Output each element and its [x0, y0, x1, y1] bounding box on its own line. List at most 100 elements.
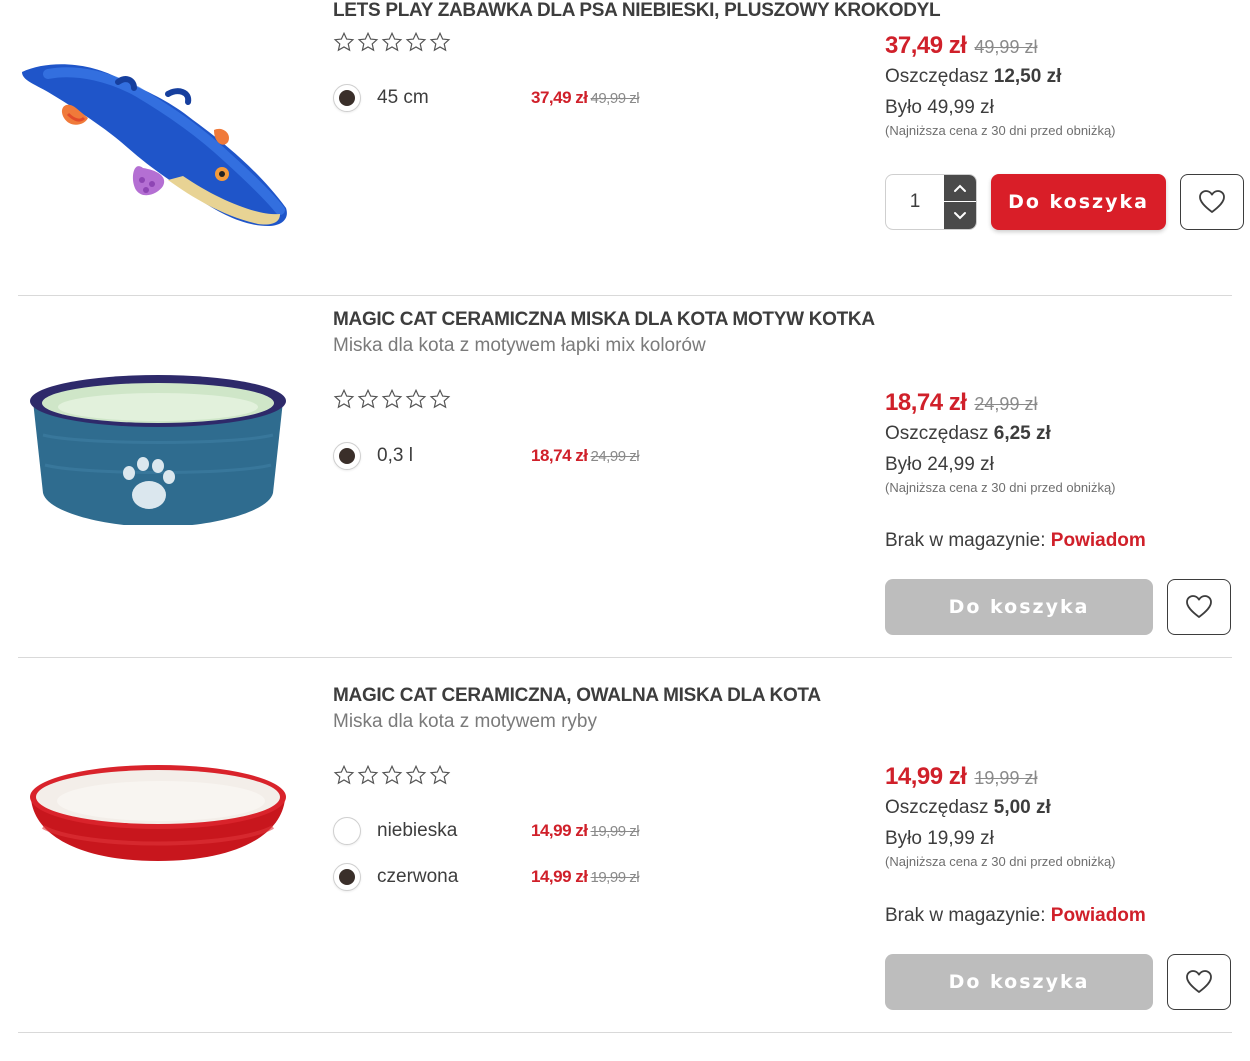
price-block: 14,99 zł 19,99 zł Oszczędasz 5,00 zł Było… — [885, 763, 1245, 869]
variant-option[interactable]: 45 cm 37,49 zł 49,99 zł — [333, 82, 663, 114]
variant-radio[interactable] — [333, 817, 361, 845]
star-icon — [333, 31, 355, 52]
rating-stars — [333, 388, 451, 410]
product-card: MAGIC CAT CERAMICZNA, OWALNA MISKA DLA K… — [18, 657, 1232, 1032]
product-subtitle: Miska dla kota z motywem ryby — [333, 711, 597, 732]
crocodile-toy-image — [22, 64, 287, 227]
product-divider — [18, 1032, 1232, 1033]
star-icon — [405, 764, 427, 785]
product-card: MAGIC CAT CERAMICZNA MISKA DLA KOTA MOTY… — [18, 295, 1232, 657]
variant-price: 14,99 zł — [531, 821, 588, 840]
quantity-stepper[interactable]: 1 — [885, 174, 977, 230]
savings-label: Oszczędasz — [885, 66, 989, 87]
star-icon — [429, 31, 451, 52]
savings-label: Oszczędasz — [885, 423, 989, 444]
was-price: Było 19,99 zł — [885, 828, 994, 849]
price-block: 37,49 zł 49,99 zł Oszczędasz 12,50 zł Był… — [885, 32, 1245, 138]
star-icon — [405, 388, 427, 409]
notify-link[interactable]: Powiadom — [1051, 530, 1146, 551]
star-icon — [381, 31, 403, 52]
lowest-price-note: (Najniższa cena z 30 dni przed obniżką) — [885, 123, 1116, 138]
savings-label: Oszczędasz — [885, 797, 989, 818]
selected-dot — [339, 90, 355, 106]
quantity-input[interactable]: 1 — [886, 175, 944, 229]
star-icon — [381, 764, 403, 785]
savings-amount: 12,50 zł — [993, 66, 1062, 87]
variant-price: 37,49 zł — [531, 88, 588, 107]
variant-option[interactable]: czerwona 14,99 zł 19,99 zł — [333, 861, 663, 893]
product-card: LETS PLAY ZABAWKA DLA PSA NIEBIESKI, PLU… — [18, 0, 1244, 295]
savings-line: Oszczędasz 5,00 zł — [885, 797, 1245, 819]
star-icon — [381, 388, 403, 409]
star-icon — [357, 388, 379, 409]
product-title[interactable]: LETS PLAY ZABAWKA DLA PSA NIEBIESKI, PLU… — [333, 0, 941, 22]
was-price: Było 24,99 zł — [885, 454, 994, 475]
product-subtitle: Miska dla kota z motywem łapki mix kolor… — [333, 335, 706, 356]
out-of-stock-line: Brak w magazynie: Powiadom — [885, 905, 1146, 927]
star-icon — [333, 388, 355, 409]
star-icon — [333, 764, 355, 785]
notify-link[interactable]: Powiadom — [1051, 905, 1146, 926]
out-of-stock-label: Brak w magazynie: — [885, 530, 1046, 551]
red-oval-bowl-image — [30, 765, 286, 861]
variant-old-price: 24,99 zł — [590, 447, 640, 465]
star-icon — [357, 31, 379, 52]
savings-line: Oszczędasz 12,50 zł — [885, 66, 1245, 88]
decrement-button[interactable] — [944, 202, 976, 229]
variant-label: 45 cm — [377, 87, 429, 108]
star-icon — [429, 764, 451, 785]
add-to-cart-button[interactable]: Do koszyka — [991, 174, 1166, 230]
old-price: 49,99 zł — [974, 37, 1038, 57]
add-to-cart-button[interactable]: Do koszyka — [885, 954, 1153, 1010]
blue-cat-bowl-image — [30, 375, 286, 525]
variant-label: niebieska — [377, 820, 458, 841]
savings-line: Oszczędasz 6,25 zł — [885, 423, 1245, 445]
selected-dot — [339, 448, 355, 464]
star-icon — [405, 31, 427, 52]
variant-label: czerwona — [377, 866, 459, 887]
current-price: 18,74 zł — [885, 389, 967, 416]
price-block: 18,74 zł 24,99 zł Oszczędasz 6,25 zł Było… — [885, 389, 1245, 495]
increment-button[interactable] — [944, 175, 976, 202]
variant-radio[interactable] — [333, 84, 361, 112]
chevron-up-icon — [954, 184, 966, 192]
chevron-down-icon — [954, 211, 966, 219]
product-image[interactable] — [18, 737, 298, 887]
rating-stars — [333, 31, 451, 53]
was-price: Było 49,99 zł — [885, 97, 994, 118]
selected-dot — [339, 869, 355, 885]
variant-old-price: 19,99 zł — [590, 822, 640, 840]
product-title[interactable]: MAGIC CAT CERAMICZNA MISKA DLA KOTA MOTY… — [333, 309, 875, 331]
lowest-price-note: (Najniższa cena z 30 dni przed obniżką) — [885, 854, 1116, 869]
variant-radio[interactable] — [333, 442, 361, 470]
lowest-price-note: (Najniższa cena z 30 dni przed obniżką) — [885, 480, 1116, 495]
product-image[interactable] — [18, 20, 298, 240]
heart-icon — [1199, 190, 1225, 213]
old-price: 19,99 zł — [974, 768, 1038, 788]
variant-old-price: 19,99 zł — [590, 868, 640, 886]
add-to-cart-button[interactable]: Do koszyka — [885, 579, 1153, 635]
wishlist-button[interactable] — [1180, 174, 1244, 230]
variant-price: 18,74 zł — [531, 446, 588, 465]
product-image[interactable] — [18, 355, 298, 535]
wishlist-button[interactable] — [1167, 954, 1231, 1010]
old-price: 24,99 zł — [974, 394, 1038, 414]
variant-radio[interactable] — [333, 863, 361, 891]
variant-price: 14,99 zł — [531, 867, 588, 886]
product-title[interactable]: MAGIC CAT CERAMICZNA, OWALNA MISKA DLA K… — [333, 685, 821, 707]
out-of-stock-label: Brak w magazynie: — [885, 905, 1046, 926]
heart-icon — [1186, 595, 1212, 618]
variant-option[interactable]: 0,3 l 18,74 zł 24,99 zł — [333, 440, 663, 472]
variant-old-price: 49,99 zł — [590, 89, 640, 107]
wishlist-button[interactable] — [1167, 579, 1231, 635]
current-price: 37,49 zł — [885, 32, 967, 59]
savings-amount: 6,25 zł — [993, 423, 1051, 444]
variant-label: 0,3 l — [377, 445, 413, 466]
variant-option[interactable]: niebieska 14,99 zł 19,99 zł — [333, 815, 663, 847]
current-price: 14,99 zł — [885, 763, 967, 790]
out-of-stock-line: Brak w magazynie: Powiadom — [885, 530, 1146, 552]
rating-stars — [333, 764, 451, 786]
star-icon — [429, 388, 451, 409]
heart-icon — [1186, 970, 1212, 993]
star-icon — [357, 764, 379, 785]
